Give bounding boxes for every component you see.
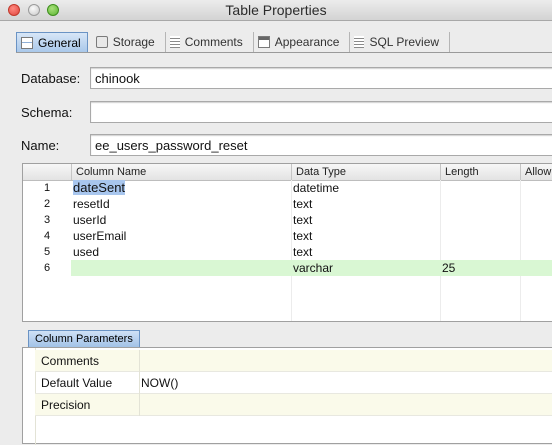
- tab-appearance[interactable]: Appearance: [254, 32, 351, 52]
- length-cell[interactable]: [440, 212, 520, 228]
- schema-field[interactable]: [90, 101, 552, 123]
- columns-table[interactable]: Column Name Data Type Length Allow 1 dat…: [22, 163, 552, 322]
- schema-label: Schema:: [21, 105, 73, 120]
- parameter-name: Precision: [41, 398, 91, 412]
- header-column-name[interactable]: Column Name: [71, 164, 291, 180]
- parameter-row-comments[interactable]: Comments: [35, 350, 552, 372]
- database-label: Database:: [21, 71, 81, 86]
- length-cell[interactable]: [440, 180, 520, 196]
- data-type-cell[interactable]: varchar: [291, 260, 440, 276]
- title-bar: Table Properties: [0, 0, 552, 21]
- table-icon: [21, 36, 33, 49]
- data-type-cell[interactable]: text: [291, 244, 440, 260]
- table-row[interactable]: 1 dateSent datetime: [23, 180, 552, 196]
- length-cell[interactable]: 25: [440, 260, 520, 276]
- tab-bar: General Storage Comments Appearance SQL …: [16, 32, 451, 52]
- tab-comments-label: Comments: [184, 35, 243, 49]
- tab-storage-label: Storage: [112, 35, 155, 49]
- tab-sql-preview[interactable]: SQL Preview: [350, 32, 451, 52]
- parameter-row-precision[interactable]: Precision: [35, 394, 552, 416]
- column-name-cell[interactable]: used: [71, 244, 291, 260]
- parameter-divider: [139, 394, 140, 416]
- header-allow-null[interactable]: Allow: [520, 164, 552, 180]
- tab-comments[interactable]: Comments: [166, 32, 254, 52]
- length-cell[interactable]: [440, 228, 520, 244]
- row-number: 6: [23, 260, 71, 276]
- column-parameters-panel: Comments Default Value NOW() Precision: [22, 347, 552, 445]
- parameter-value[interactable]: NOW(): [139, 372, 178, 394]
- row-number: 5: [43, 246, 51, 258]
- length-cell[interactable]: [440, 244, 520, 260]
- comments-icon: [169, 36, 180, 48]
- database-field[interactable]: chinook: [90, 67, 552, 89]
- data-type-cell[interactable]: text: [291, 196, 440, 212]
- column-name-cell[interactable]: resetId: [71, 196, 291, 212]
- tab-appearance-label: Appearance: [274, 35, 340, 49]
- column-name-cell[interactable]: userId: [71, 212, 291, 228]
- row-number: 4: [43, 230, 51, 242]
- tab-storage[interactable]: Storage: [92, 32, 166, 52]
- parameter-row-default-value[interactable]: Default Value NOW(): [35, 372, 552, 394]
- parameter-divider: [139, 350, 140, 372]
- storage-icon: [95, 36, 108, 48]
- tab-general[interactable]: General: [16, 32, 88, 52]
- table-row-new[interactable]: 6 varchar 25: [23, 260, 552, 276]
- appearance-icon: [257, 36, 270, 48]
- name-label: Name:: [21, 138, 60, 153]
- tab-general-label: General: [38, 35, 81, 50]
- table-row[interactable]: 5 used text: [23, 244, 552, 260]
- tab-divider: [16, 52, 552, 53]
- header-data-type[interactable]: Data Type: [291, 164, 440, 180]
- table-row[interactable]: 2 resetId text: [23, 196, 552, 212]
- window-title: Table Properties: [225, 2, 327, 18]
- row-number: 2: [43, 198, 51, 210]
- parameter-name: Comments: [41, 354, 100, 368]
- column-parameters-tab[interactable]: Column Parameters: [28, 330, 140, 348]
- table-row[interactable]: 4 userEmail text: [23, 228, 552, 244]
- columns-table-header: Column Name Data Type Length Allow: [23, 164, 552, 181]
- tab-sql-preview-label: SQL Preview: [369, 35, 440, 49]
- parameter-name: Default Value: [41, 376, 113, 390]
- header-length[interactable]: Length: [440, 164, 520, 180]
- length-cell[interactable]: [440, 196, 520, 212]
- row-number: 1: [43, 182, 51, 194]
- row-number: 3: [43, 214, 51, 226]
- column-name-cell[interactable]: dateSent: [71, 180, 291, 196]
- table-row[interactable]: 3 userId text: [23, 212, 552, 228]
- data-type-cell[interactable]: datetime: [291, 180, 440, 196]
- name-field[interactable]: ee_users_password_reset: [90, 134, 552, 156]
- sql-preview-icon: [354, 36, 365, 48]
- data-type-cell[interactable]: text: [291, 212, 440, 228]
- data-type-cell[interactable]: text: [291, 228, 440, 244]
- column-name-cell[interactable]: [71, 260, 291, 276]
- selected-column-name[interactable]: dateSent: [73, 180, 126, 195]
- column-name-cell[interactable]: userEmail: [71, 228, 291, 244]
